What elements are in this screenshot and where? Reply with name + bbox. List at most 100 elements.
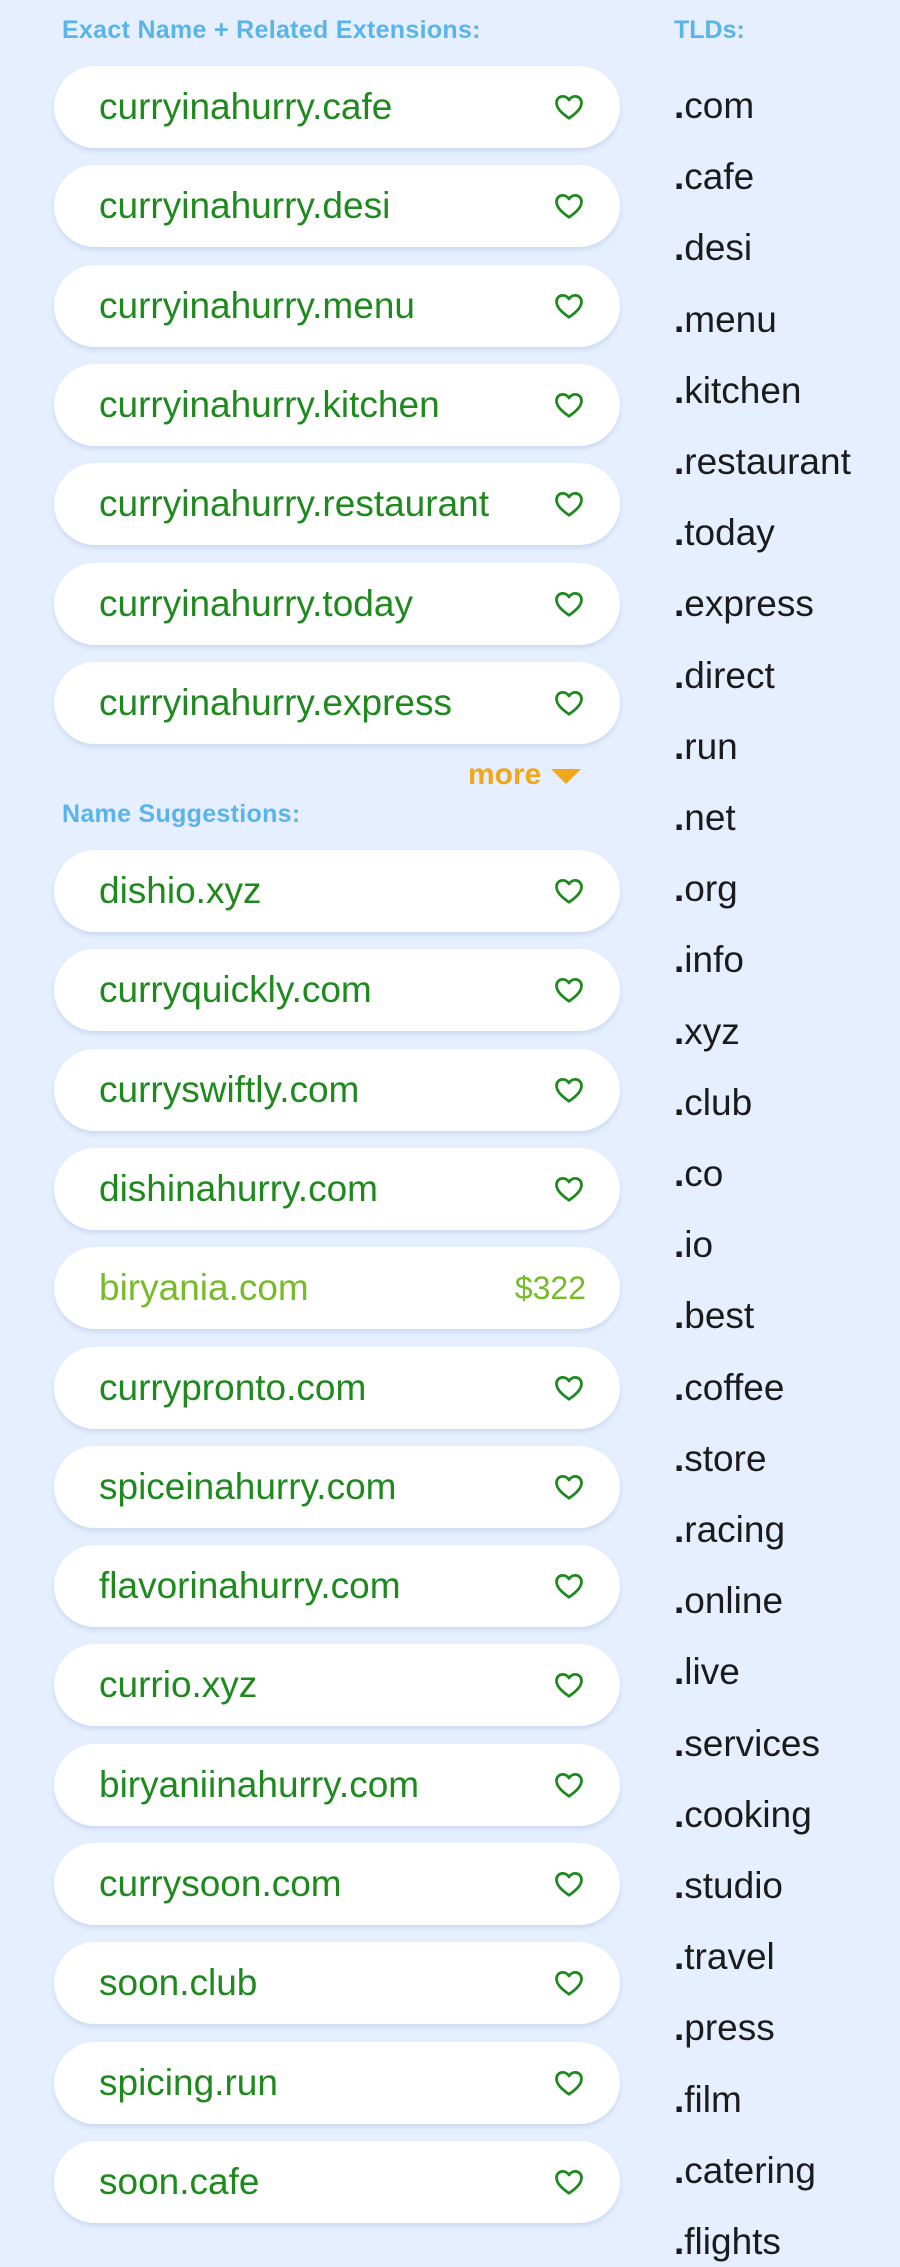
tld-item[interactable]: .store	[674, 1434, 767, 1484]
tld-item[interactable]: .restaurant	[674, 437, 851, 487]
domain-result[interactable]: soon.cafe	[54, 2140, 620, 2223]
tld-item[interactable]: .press	[674, 2003, 775, 2053]
tld-item[interactable]: .com	[674, 81, 754, 131]
domain-result[interactable]: currio.xyz	[54, 1644, 620, 1727]
tld-dot: .	[674, 654, 685, 696]
tld-dot: .	[674, 1865, 685, 1906]
more-button[interactable]: more	[468, 758, 582, 792]
tld-dot: .	[674, 1509, 685, 1550]
tld-item[interactable]: .kitchen	[674, 366, 802, 416]
tld-item[interactable]: .today	[674, 508, 775, 558]
tld-item[interactable]: .racing	[674, 1505, 785, 1555]
tld-label: menu	[684, 298, 777, 340]
domain-result[interactable]: curryinahurry.express	[54, 661, 620, 744]
heart-outline-icon[interactable]	[554, 490, 584, 518]
heart-outline-icon[interactable]	[554, 1771, 584, 1799]
tld-item[interactable]: .catering	[674, 2146, 816, 2196]
domain-price: $322	[514, 1270, 586, 1307]
domain-name: curryinahurry.restaurant	[99, 483, 490, 525]
tld-label: cooking	[684, 1793, 812, 1835]
domain-result[interactable]: biryania.com $322	[54, 1247, 620, 1330]
tld-label: travel	[684, 1936, 775, 1978]
domain-name: currysoon.com	[99, 1863, 342, 1904]
tld-item[interactable]: .studio	[674, 1861, 783, 1911]
tld-dot: .	[674, 725, 685, 767]
tld-label: io	[684, 1224, 714, 1266]
domain-result[interactable]: currypronto.com	[54, 1346, 620, 1429]
tld-item[interactable]: .travel	[674, 1932, 775, 1982]
heart-outline-icon[interactable]	[554, 1374, 584, 1402]
tld-item[interactable]: .co	[674, 1149, 723, 1199]
tld-label: services	[684, 1722, 820, 1764]
tld-dot: .	[674, 298, 685, 340]
domain-result[interactable]: curryinahurry.cafe	[54, 66, 620, 148]
heart-outline-icon[interactable]	[554, 1076, 584, 1104]
tld-dot: .	[674, 1224, 685, 1266]
tld-item[interactable]: .cafe	[674, 152, 754, 202]
tld-column: TLDs: .com .cafe .desi .menu .kitchen .restau…	[666, 0, 900, 2262]
domain-result[interactable]: curryswiftly.com	[54, 1048, 620, 1131]
heart-outline-icon[interactable]	[554, 93, 584, 121]
heart-outline-icon[interactable]	[554, 2069, 584, 2097]
tld-label: catering	[684, 2149, 816, 2191]
domain-result[interactable]: curryinahurry.kitchen	[54, 363, 620, 446]
tld-item[interactable]: .flights	[674, 2217, 781, 2267]
tld-item[interactable]: .net	[674, 793, 736, 843]
domain-result[interactable]: dishinahurry.com	[54, 1147, 620, 1230]
tld-dot: .	[674, 369, 685, 411]
tld-item[interactable]: .menu	[674, 295, 777, 345]
tld-dot: .	[674, 1153, 685, 1194]
heart-outline-icon[interactable]	[554, 689, 584, 717]
heart-outline-icon[interactable]	[554, 1175, 584, 1203]
domain-result[interactable]: spicing.run	[54, 2041, 620, 2124]
heart-outline-icon[interactable]	[554, 1969, 584, 1997]
domain-result[interactable]: curryinahurry.desi	[54, 165, 620, 248]
domain-name: curryswiftly.com	[99, 1068, 360, 1110]
tld-dot: .	[674, 1722, 685, 1764]
tld-item[interactable]: .info	[674, 935, 744, 985]
domain-result[interactable]: curryinahurry.today	[54, 562, 620, 645]
heart-outline-icon[interactable]	[554, 1473, 584, 1501]
tld-item[interactable]: .org	[674, 864, 738, 914]
domain-name: soon.cafe	[99, 2160, 260, 2202]
domain-name: curryquickly.com	[99, 969, 372, 1011]
tld-item[interactable]: .film	[674, 2075, 742, 2125]
heart-outline-icon[interactable]	[554, 1870, 584, 1898]
tld-dot: .	[674, 1580, 685, 1622]
tld-item[interactable]: .xyz	[674, 1007, 740, 1057]
tld-item[interactable]: .run	[674, 722, 738, 772]
tld-item[interactable]: .online	[674, 1576, 783, 1626]
heart-outline-icon[interactable]	[554, 1572, 584, 1600]
domain-result[interactable]: curryinahurry.restaurant	[54, 463, 620, 546]
suggestions-section-label: Name Suggestions:	[62, 800, 301, 828]
tld-item[interactable]: .direct	[674, 651, 775, 701]
heart-outline-icon[interactable]	[554, 976, 584, 1004]
heart-outline-icon[interactable]	[554, 590, 584, 618]
heart-outline-icon[interactable]	[554, 1671, 584, 1699]
heart-outline-icon[interactable]	[554, 877, 584, 905]
heart-outline-icon[interactable]	[554, 292, 584, 320]
tld-dot: .	[674, 939, 685, 981]
tld-item[interactable]: .live	[674, 1647, 740, 1697]
tld-item[interactable]: .io	[674, 1220, 713, 1270]
domain-result[interactable]: flavorinahurry.com	[54, 1545, 620, 1628]
tld-item[interactable]: .services	[674, 1719, 820, 1769]
tld-item[interactable]: .cooking	[674, 1790, 812, 1840]
heart-outline-icon[interactable]	[554, 391, 584, 419]
tld-item[interactable]: .coffee	[674, 1363, 784, 1413]
tld-item[interactable]: .best	[674, 1291, 754, 1341]
heart-outline-icon[interactable]	[554, 192, 584, 220]
domain-name: curryinahurry.cafe	[99, 86, 393, 127]
domain-result[interactable]: curryinahurry.menu	[54, 264, 620, 347]
domain-result[interactable]: currysoon.com	[54, 1843, 620, 1925]
tld-item[interactable]: .express	[674, 579, 814, 629]
tld-item[interactable]: .desi	[674, 223, 752, 273]
tld-item[interactable]: .club	[674, 1078, 752, 1128]
domain-result[interactable]: curryquickly.com	[54, 949, 620, 1032]
domain-result[interactable]: spiceinahurry.com	[54, 1445, 620, 1528]
domain-result[interactable]: soon.club	[54, 1942, 620, 2025]
domain-result[interactable]: biryaniinahurry.com	[54, 1743, 620, 1826]
heart-outline-icon[interactable]	[554, 2168, 584, 2196]
tld-dot: .	[674, 1651, 685, 1693]
domain-result[interactable]: dishio.xyz	[54, 850, 620, 932]
